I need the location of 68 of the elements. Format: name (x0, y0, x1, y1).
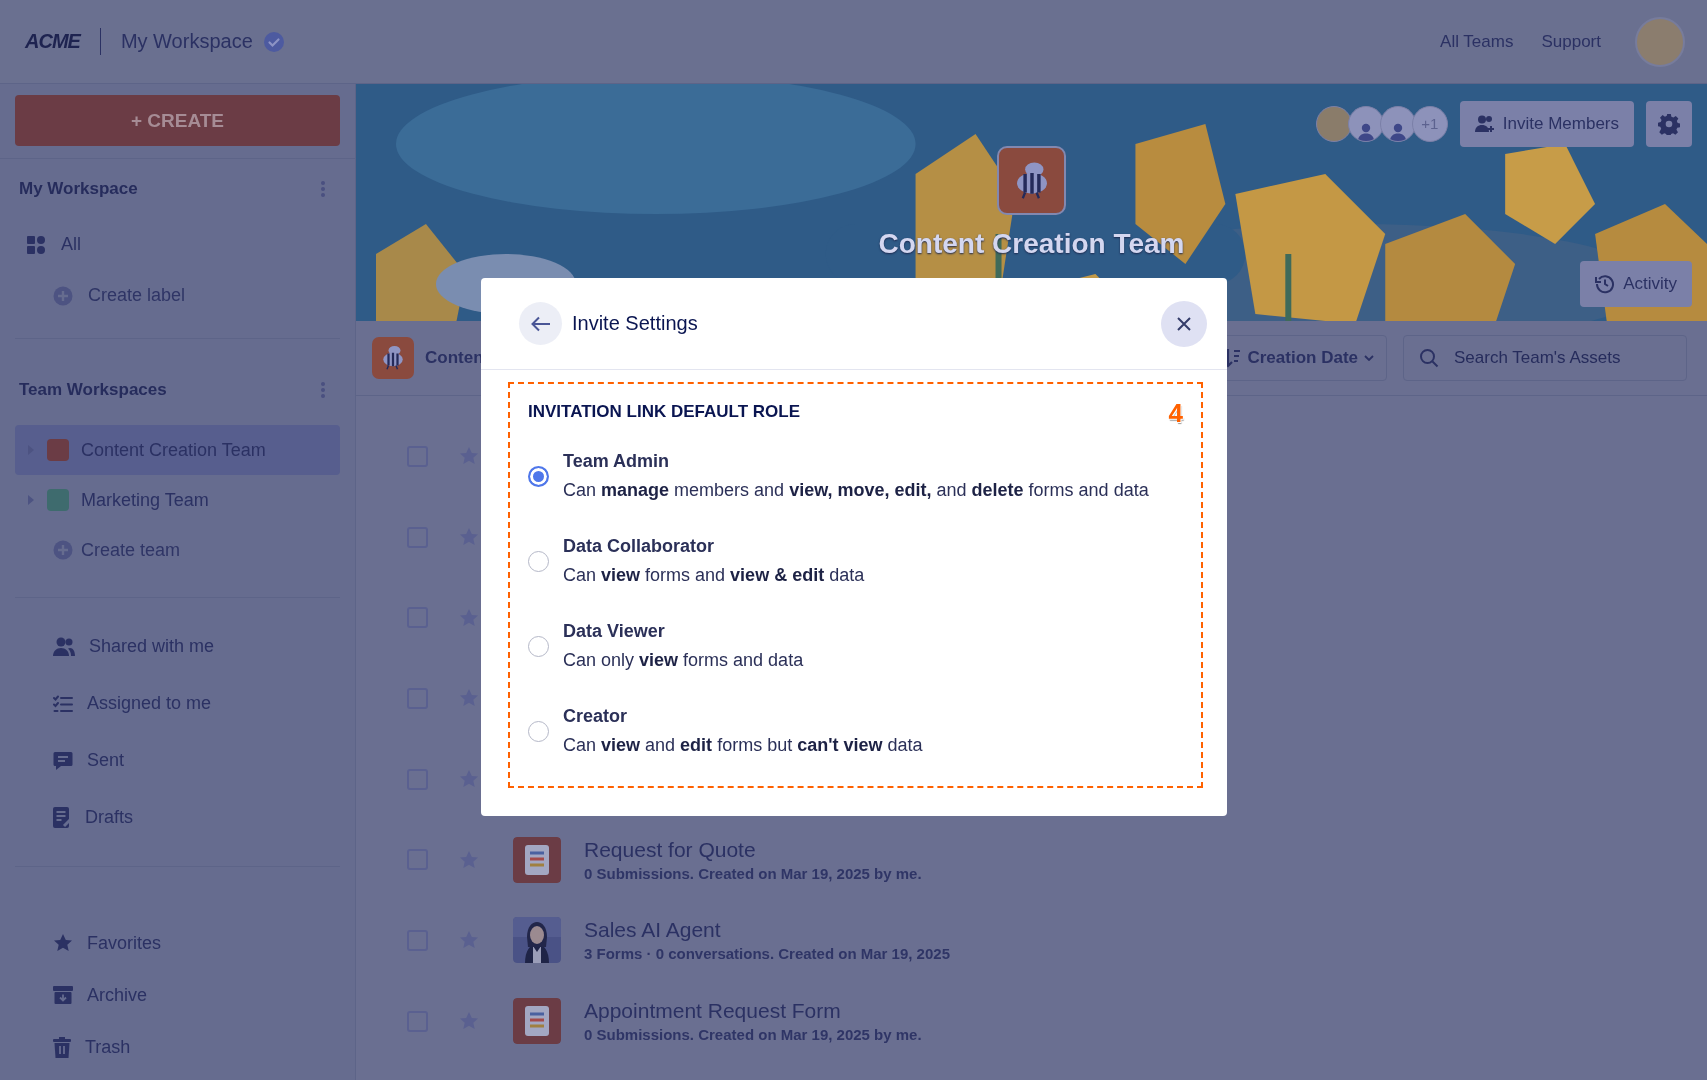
nav-link[interactable]: All Teams (1440, 31, 1514, 52)
radio-button[interactable] (528, 720, 549, 742)
search-icon (1419, 348, 1439, 368)
sidebar-item[interactable]: Trash (15, 1021, 340, 1073)
role-name: Team Admin (563, 451, 670, 472)
document-icon (53, 806, 71, 829)
role-description: Can view forms and view & edit data (563, 565, 865, 586)
checklist-icon (53, 694, 73, 713)
dialog-title: Invite Settings (572, 312, 699, 335)
asset-title[interactable]: Sales AI Agent (584, 918, 950, 943)
caret-icon (27, 495, 35, 505)
create-team-link[interactable]: Create team (15, 525, 340, 575)
role-name: Creator (563, 706, 629, 727)
person-add-icon (1474, 114, 1495, 133)
asset-title[interactable]: Request for Quote (584, 837, 922, 862)
role-name: Data Viewer (563, 621, 666, 642)
settings-button[interactable] (1646, 100, 1692, 147)
history-icon (1595, 274, 1616, 294)
grid-icon (26, 234, 46, 255)
caret-icon (1364, 355, 1374, 361)
form-icon (513, 998, 561, 1045)
message-icon (53, 750, 73, 771)
section-heading: INVITATION LINK DEFAULT ROLE (528, 402, 800, 422)
create-button[interactable]: + CREATE (15, 95, 340, 146)
back-button[interactable] (519, 302, 562, 345)
sidebar-item[interactable]: Favorites (15, 917, 340, 969)
radio-button[interactable] (528, 465, 549, 487)
star-icon (53, 933, 73, 953)
section-title: Team Workspaces (19, 380, 167, 400)
avatar[interactable] (1635, 16, 1685, 67)
radio-button[interactable] (528, 635, 549, 657)
check-badge-icon (262, 30, 285, 53)
role-description: Can only view forms and data (563, 650, 804, 671)
section-title: My Workspace (19, 179, 138, 199)
asset-title[interactable]: Appointment Request Form (584, 999, 922, 1024)
close-icon (1177, 316, 1191, 331)
settings-icon (1658, 112, 1680, 135)
asset-details: 0 Submissions. Created on Mar 19, 2025 by me. (584, 1026, 922, 1044)
asset-details: 0 Submissions. Created on Mar 19, 2025 by me. (584, 864, 922, 882)
sidebar-item[interactable]: All (15, 219, 340, 270)
nav-link[interactable]: Support (1541, 31, 1601, 52)
sidebar-item[interactable]: Assigned to me (15, 675, 340, 732)
step-number: 4 (1168, 398, 1183, 429)
sidebar-item[interactable]: Archive (15, 969, 340, 1021)
plus-circle-icon (53, 285, 73, 306)
trash-icon (53, 1036, 71, 1058)
search-field[interactable]: Search Team's Assets (1403, 335, 1687, 381)
team-item[interactable]: Marketing Team (15, 475, 340, 525)
sidebar-item[interactable]: Sent (15, 732, 340, 789)
role-description: Can manage members and view, move, edit, and delete forms and data (563, 480, 1149, 501)
workspace-title[interactable]: My Workspace (120, 30, 253, 53)
invite-members-button[interactable]: Invite Members (1459, 100, 1634, 147)
archive-box-icon (53, 985, 73, 1005)
people-icon (53, 636, 75, 657)
plus-circle-icon (53, 540, 73, 560)
sidebar-item[interactable]: Shared with me (15, 618, 340, 675)
create-label-link[interactable]: Create label (15, 270, 340, 321)
activity-button[interactable]: Activity (1580, 261, 1692, 307)
close-button[interactable] (1161, 300, 1207, 347)
sidebar-item[interactable]: Drafts (15, 789, 340, 846)
team-label: Conten (425, 348, 484, 368)
role-name: Data Collaborator (563, 536, 716, 557)
role-description: Can view and edit forms but can't view data (563, 735, 923, 756)
back-arrow-icon (530, 315, 551, 332)
logo[interactable]: ACME (25, 30, 80, 53)
form-icon (513, 836, 561, 883)
radio-button[interactable] (528, 550, 549, 572)
asset-details: 3 Forms · 0 conversations. Created on Mar 19, 2025 (584, 945, 950, 963)
